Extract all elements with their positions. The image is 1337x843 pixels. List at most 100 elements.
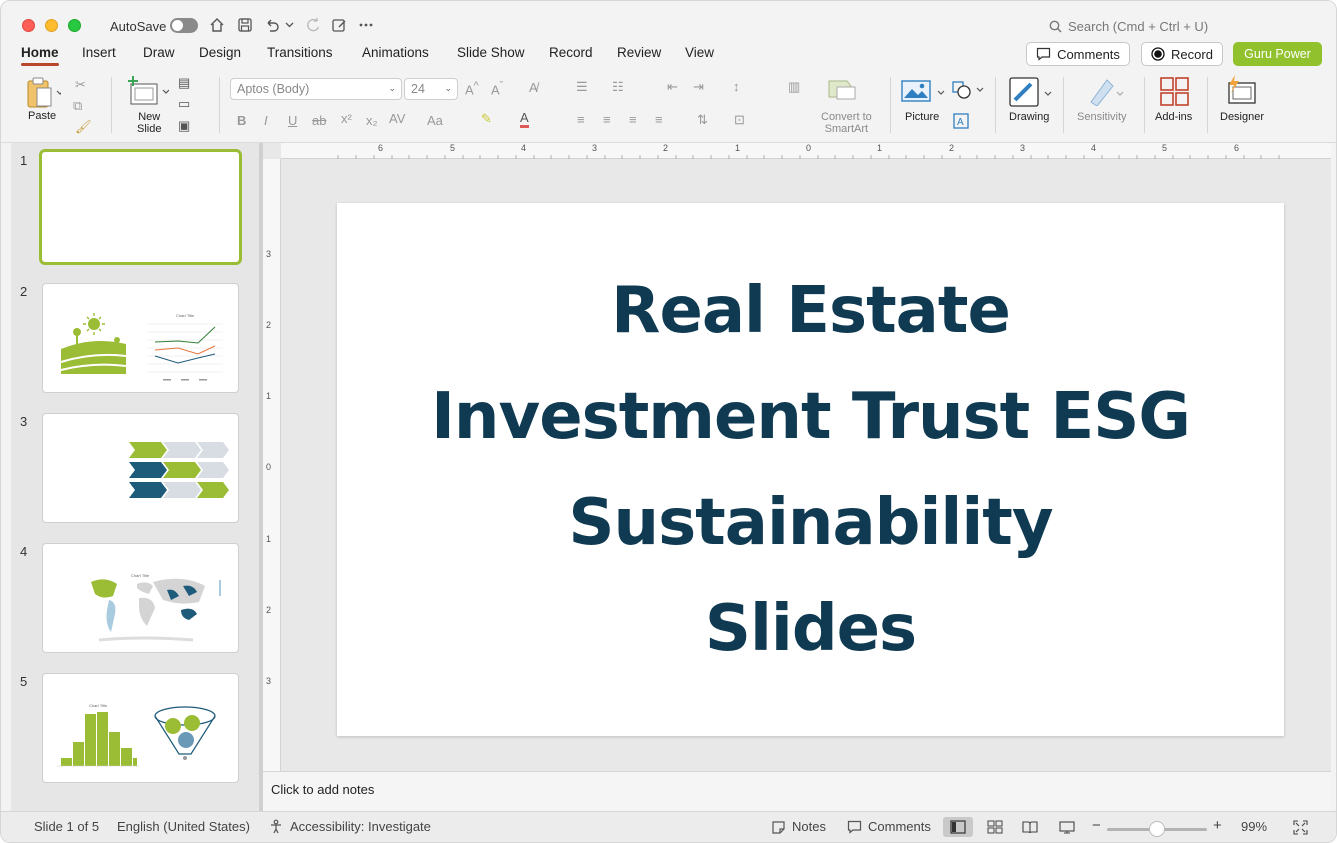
- comments-status-button[interactable]: Comments: [847, 819, 931, 834]
- svg-text:Chart Title: Chart Title: [89, 703, 108, 708]
- subscript-icon[interactable]: x₂: [366, 113, 378, 128]
- increase-font-icon[interactable]: A^: [465, 80, 479, 97]
- sensitivity-icon[interactable]: [1087, 76, 1127, 109]
- slide-thumbnail-1[interactable]: [39, 149, 242, 265]
- zoom-level[interactable]: 99%: [1241, 819, 1267, 834]
- slide-thumbnail-3[interactable]: [42, 413, 239, 523]
- fit-to-window-button[interactable]: [1285, 817, 1315, 837]
- tab-transitions[interactable]: Transitions: [267, 45, 333, 60]
- font-name-select[interactable]: Aptos (Body) ⌄: [230, 78, 402, 100]
- columns-icon[interactable]: ▥: [788, 79, 800, 95]
- line-spacing-icon[interactable]: ↕: [733, 79, 740, 94]
- paste-icon[interactable]: [25, 77, 64, 112]
- character-spacing-icon[interactable]: AV: [389, 111, 405, 126]
- decrease-indent-icon[interactable]: ⇤: [667, 79, 678, 95]
- ruler-label: 5: [450, 143, 456, 153]
- undo-icon[interactable]: [262, 15, 282, 35]
- addins-icon[interactable]: [1160, 77, 1190, 110]
- font-color-icon[interactable]: A: [520, 111, 529, 128]
- underline-icon[interactable]: U: [288, 113, 297, 128]
- more-icon[interactable]: [356, 15, 376, 35]
- bold-icon[interactable]: B: [237, 113, 246, 128]
- cut-icon[interactable]: ✂: [75, 77, 86, 93]
- redo-icon[interactable]: [303, 15, 323, 35]
- slideshow-view-button[interactable]: [1052, 817, 1082, 837]
- tab-animations[interactable]: Animations: [362, 45, 429, 60]
- minimize-window-button[interactable]: [45, 19, 58, 32]
- zoom-window-button[interactable]: [68, 19, 81, 32]
- text-box-icon[interactable]: A: [953, 113, 969, 132]
- tab-view[interactable]: View: [685, 45, 714, 60]
- normal-view-button[interactable]: [943, 817, 973, 837]
- bullets-icon[interactable]: ☰: [576, 79, 588, 95]
- home-icon[interactable]: [207, 15, 227, 35]
- align-right-icon[interactable]: ≡: [629, 112, 637, 127]
- notes-button[interactable]: Notes: [771, 819, 826, 834]
- drawing-icon[interactable]: [1009, 76, 1053, 111]
- clear-formatting-icon[interactable]: A̸: [529, 80, 538, 95]
- comment-icon: [1036, 47, 1051, 61]
- slide-sorter-button[interactable]: [980, 817, 1010, 837]
- tab-insert[interactable]: Insert: [82, 45, 116, 60]
- slide-thumbnail-5[interactable]: Chart Title: [42, 673, 239, 783]
- increase-indent-icon[interactable]: ⇥: [693, 79, 704, 95]
- copy-icon[interactable]: ⧉: [73, 98, 82, 114]
- tab-review[interactable]: Review: [617, 45, 661, 60]
- notes-pane[interactable]: Click to add notes: [263, 771, 1331, 811]
- smartart-icon[interactable]: [827, 77, 859, 106]
- new-slide-label-line2: Slide: [137, 123, 162, 135]
- slide-thumbnail-4[interactable]: Chart Title: [42, 543, 239, 653]
- zoom-in-icon[interactable]: +: [1213, 817, 1222, 834]
- ruler-label: 2: [266, 320, 272, 330]
- customize-icon[interactable]: [329, 15, 349, 35]
- change-case-icon[interactable]: Aa: [427, 113, 443, 128]
- font-size-select[interactable]: 24 ⌄: [404, 78, 458, 100]
- layout-icon[interactable]: ▤: [178, 75, 190, 91]
- zoom-slider-thumb[interactable]: [1149, 821, 1165, 837]
- italic-icon[interactable]: I: [264, 113, 268, 128]
- designer-icon[interactable]: [1225, 75, 1257, 110]
- justify-icon[interactable]: ≡: [655, 112, 663, 127]
- slide-number: 2: [20, 284, 28, 299]
- align-left-icon[interactable]: ≡: [577, 112, 585, 127]
- record-icon: [1151, 47, 1165, 61]
- save-icon[interactable]: [235, 15, 255, 35]
- guru-power-button[interactable]: Guru Power: [1233, 42, 1322, 66]
- accessibility-status[interactable]: Accessibility: Investigate: [269, 819, 431, 834]
- text-direction-icon[interactable]: ⇅: [697, 112, 708, 128]
- numbering-icon[interactable]: ☷: [612, 79, 624, 95]
- align-text-icon[interactable]: ⊡: [734, 112, 745, 128]
- tab-home[interactable]: Home: [21, 45, 59, 66]
- picture-icon[interactable]: [901, 79, 945, 106]
- undo-dropdown-icon[interactable]: [282, 15, 296, 35]
- zoom-out-icon[interactable]: −: [1092, 817, 1101, 834]
- reading-view-button[interactable]: [1015, 817, 1045, 837]
- section-icon[interactable]: ▣: [178, 118, 190, 134]
- slide-thumbnail-2[interactable]: Chart Title: [42, 283, 239, 393]
- tab-draw[interactable]: Draw: [143, 45, 175, 60]
- svg-text:A: A: [957, 117, 964, 128]
- comments-status-label: Comments: [868, 819, 931, 834]
- ribbon-tabs: Home Insert Draw Design Transitions Anim…: [1, 41, 1336, 67]
- strikethrough-icon[interactable]: ab: [312, 113, 326, 128]
- shapes-icon[interactable]: [952, 80, 984, 103]
- close-window-button[interactable]: [22, 19, 35, 32]
- highlight-icon[interactable]: ✎: [481, 111, 492, 127]
- autosave-toggle[interactable]: [170, 18, 198, 33]
- current-slide[interactable]: Real Estate Investment Trust ESG Sustain…: [337, 203, 1284, 736]
- tab-slide-show[interactable]: Slide Show: [457, 45, 525, 60]
- new-slide-icon[interactable]: [127, 76, 170, 109]
- tab-record[interactable]: Record: [549, 45, 593, 60]
- designer-label: Designer: [1220, 111, 1265, 123]
- language-status[interactable]: English (United States): [117, 819, 250, 834]
- format-painter-icon[interactable]: 🖌: [75, 119, 92, 135]
- comments-button[interactable]: Comments: [1026, 42, 1130, 66]
- superscript-icon[interactable]: x²: [341, 111, 352, 126]
- slide-title[interactable]: Real Estate Investment Trust ESG Sustain…: [401, 258, 1221, 682]
- reset-icon[interactable]: ▭: [178, 96, 190, 112]
- align-center-icon[interactable]: ≡: [603, 112, 611, 127]
- decrease-font-icon[interactable]: Aˇ: [491, 80, 503, 97]
- search-field[interactable]: Search (Cmd + Ctrl + U): [1049, 19, 1208, 34]
- record-button[interactable]: Record: [1141, 42, 1223, 66]
- tab-design[interactable]: Design: [199, 45, 241, 60]
